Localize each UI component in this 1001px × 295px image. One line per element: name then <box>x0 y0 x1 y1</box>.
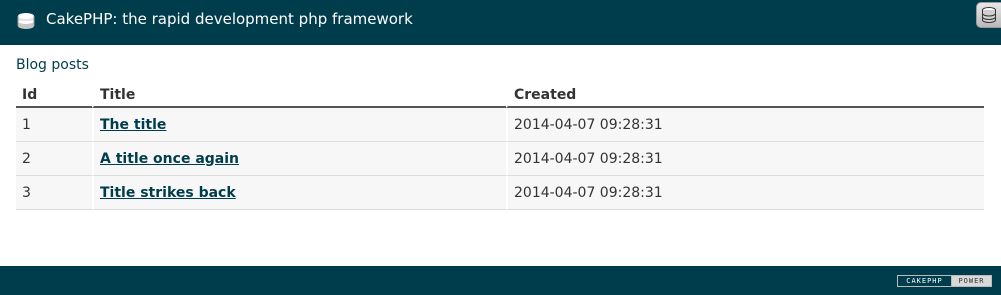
post-title-link[interactable]: A title once again <box>100 151 239 167</box>
badge-right-text: POWER <box>952 276 991 286</box>
cakephp-logo-icon[interactable] <box>15 9 37 31</box>
table-row: 1 The title 2014-04-07 09:28:31 <box>16 108 984 142</box>
column-header-title: Title <box>92 83 506 108</box>
post-created: 2014-04-07 09:28:31 <box>506 176 984 210</box>
cakephp-power-badge[interactable]: CAKEPHP POWER <box>897 275 992 287</box>
post-id: 3 <box>16 176 92 210</box>
debug-kit-toggle[interactable] <box>976 2 1001 28</box>
posts-table: Id Title Created 1 The title 2014-04-07 … <box>16 83 984 210</box>
post-id: 1 <box>16 108 92 142</box>
post-title-link[interactable]: Title strikes back <box>100 185 236 201</box>
app-header: CakePHP: the rapid development php frame… <box>0 0 1001 45</box>
badge-left-text: CAKEPHP <box>898 276 952 286</box>
post-title-link[interactable]: The title <box>100 117 166 133</box>
post-title-cell: The title <box>92 108 506 142</box>
column-header-id: Id <box>16 83 92 108</box>
column-header-created: Created <box>506 83 984 108</box>
page-title: Blog posts <box>16 57 89 73</box>
post-title-cell: A title once again <box>92 142 506 176</box>
post-created: 2014-04-07 09:28:31 <box>506 108 984 142</box>
post-title-cell: Title strikes back <box>92 176 506 210</box>
table-header-row: Id Title Created <box>16 83 984 108</box>
app-footer: CAKEPHP POWER <box>0 266 1001 295</box>
header-title[interactable]: CakePHP: the rapid development php frame… <box>46 9 413 29</box>
post-created: 2014-04-07 09:28:31 <box>506 142 984 176</box>
table-row: 3 Title strikes back 2014-04-07 09:28:31 <box>16 176 984 210</box>
post-id: 2 <box>16 142 92 176</box>
table-row: 2 A title once again 2014-04-07 09:28:31 <box>16 142 984 176</box>
